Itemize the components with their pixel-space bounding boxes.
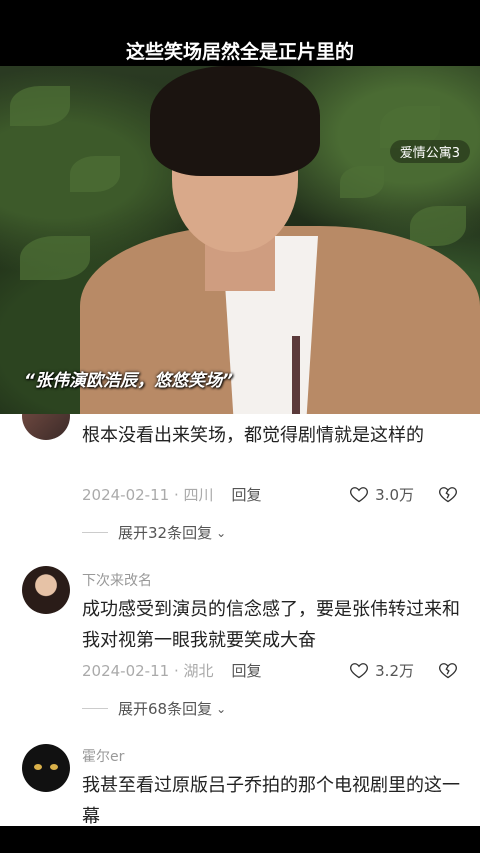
person-hair [150, 66, 320, 176]
video-caption: 这些笑场居然全是正片里的 [0, 0, 480, 66]
avatar-eye [34, 764, 42, 770]
comment-date-location: 2024-02-11 · 四川 [82, 485, 214, 504]
comment-text: 成功感受到演员的信念感了，要是张伟转过来和我对视第一眼我就要笑成大奋 [82, 599, 460, 651]
dislike-button[interactable] [438, 660, 458, 680]
like-count: 3.0万 [375, 485, 414, 504]
comment-text: 我甚至看过原版吕子乔拍的那个电视剧里的这一幕 [82, 775, 460, 826]
heart-outline-icon [350, 487, 369, 503]
like-button[interactable]: 3.2万 [349, 660, 414, 681]
like-count: 3.2万 [375, 661, 414, 680]
video-subtitle: “张伟演欧浩辰，悠悠笑场” [24, 371, 233, 391]
divider [82, 708, 108, 709]
foliage [20, 236, 90, 280]
comment-username[interactable]: 下次来改名 [82, 570, 152, 590]
bottom-bar [0, 826, 480, 853]
show-watermark: 爱情公寓3 [389, 140, 470, 163]
like-button[interactable]: 3.0万 [349, 484, 414, 505]
foliage [410, 206, 466, 246]
divider [82, 532, 108, 533]
chevron-down-icon: ⌄ [216, 525, 227, 540]
reply-button[interactable]: 回复 [231, 484, 261, 505]
comment-list[interactable]: 根本没看出来笑场，都觉得剧情就是这样的 2024-02-11 · 四川 回复 3… [0, 414, 480, 826]
foliage [70, 156, 120, 192]
comment-meta: 2024-02-11 · 湖北 回复 3.2万 [82, 658, 458, 682]
comment-date-location: 2024-02-11 · 湖北 [82, 661, 214, 680]
comment-text: 根本没看出来笑场，都觉得剧情就是这样的 [82, 425, 424, 446]
person-shirt-placket [292, 336, 300, 414]
comment-username[interactable]: 霍尔er [82, 746, 124, 766]
expand-replies-label: 展开68条回复 [118, 700, 213, 718]
reply-button[interactable]: 回复 [231, 660, 261, 681]
foliage [340, 166, 384, 198]
broken-heart-icon [439, 487, 457, 503]
expand-replies-label: 展开32条回复 [118, 524, 213, 542]
avatar[interactable] [22, 744, 70, 792]
avatar-eye [50, 764, 58, 770]
dislike-button[interactable] [438, 484, 458, 504]
expand-replies-button[interactable]: 展开32条回复 ⌄ [82, 522, 226, 543]
comment-meta: 2024-02-11 · 四川 回复 3.0万 [82, 482, 458, 506]
avatar[interactable] [22, 414, 70, 440]
chevron-down-icon: ⌄ [216, 701, 227, 716]
avatar[interactable] [22, 566, 70, 614]
video-player[interactable]: 爱情公寓3 “张伟演欧浩辰，悠悠笑场” [0, 66, 480, 414]
foliage [10, 86, 70, 126]
broken-heart-icon [439, 663, 457, 679]
heart-outline-icon [350, 663, 369, 679]
expand-replies-button[interactable]: 展开68条回复 ⌄ [82, 698, 226, 719]
